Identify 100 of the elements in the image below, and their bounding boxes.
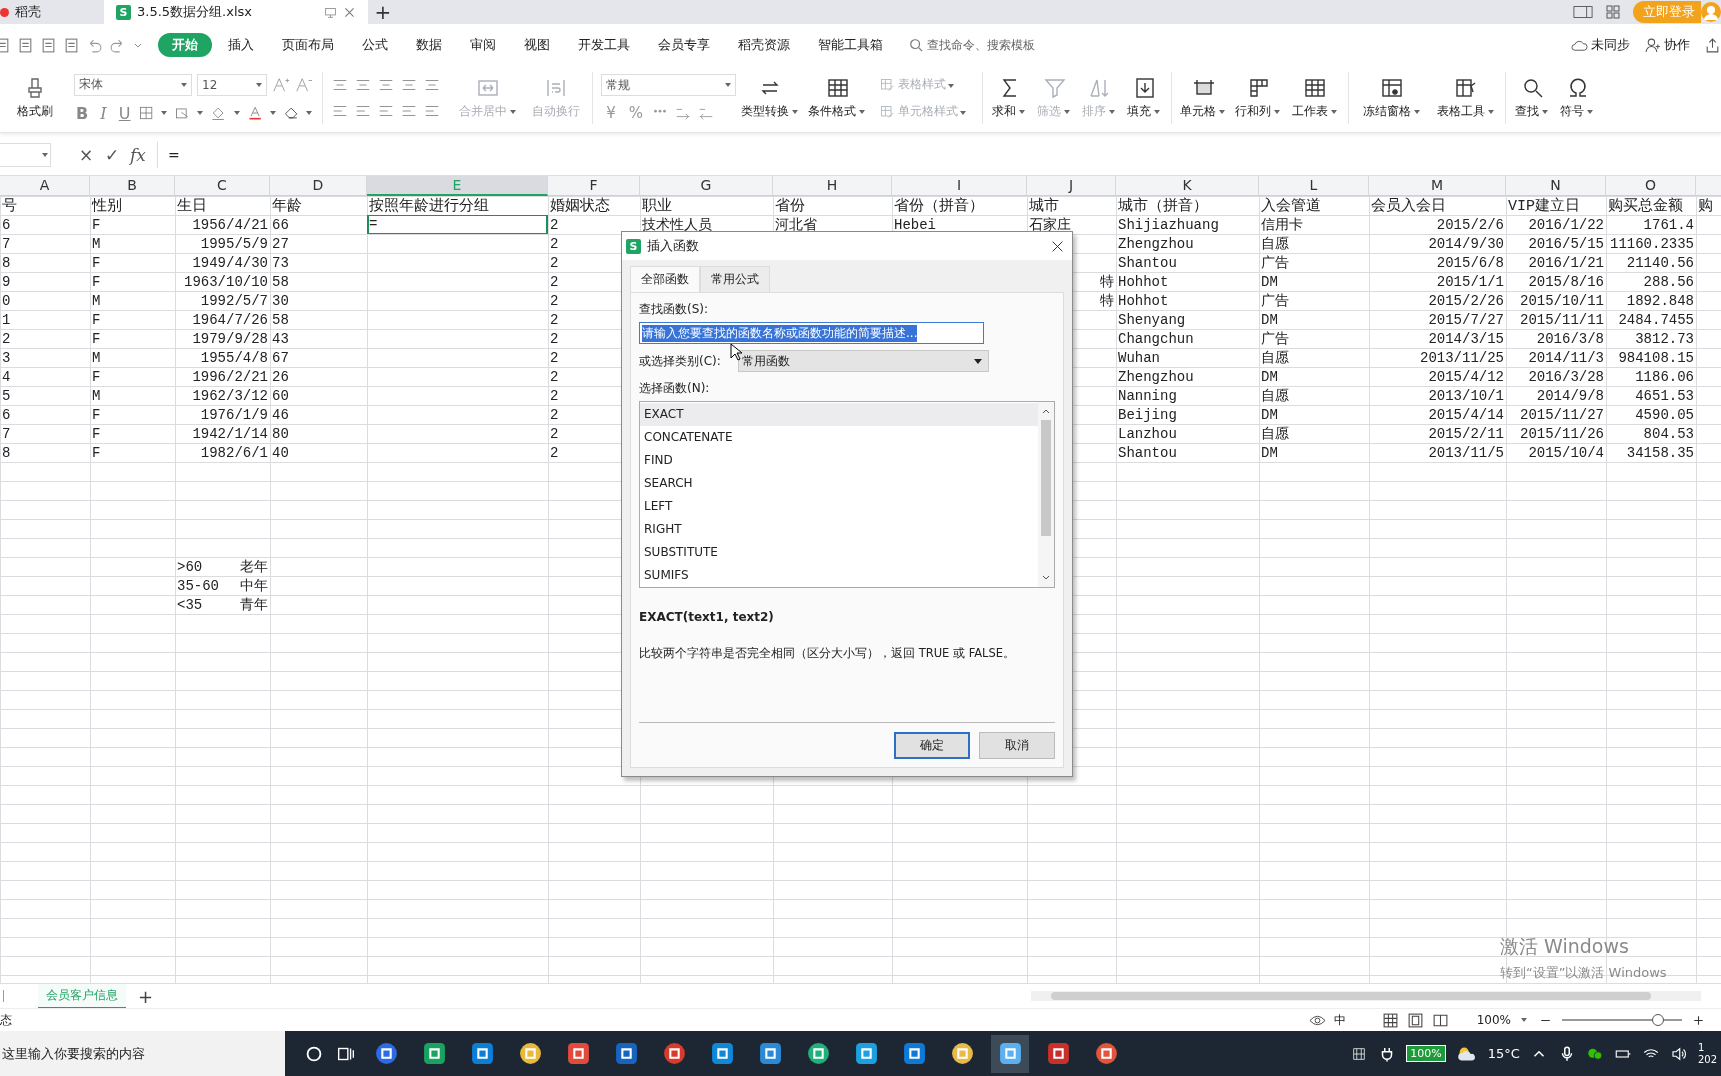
table-cell: 特 <box>1100 291 1114 310</box>
ribbon-button[interactable]: 求和 <box>987 66 1032 130</box>
column-header[interactable]: A <box>0 176 90 196</box>
app-icon[interactable] <box>991 1034 1029 1073</box>
function-list-item[interactable]: SUBSTITUTE <box>640 541 1038 564</box>
menu-tab[interactable]: 开发工具 <box>566 33 642 57</box>
column-header[interactable]: G <box>640 176 773 196</box>
column-header[interactable]: D <box>270 176 367 196</box>
menu-tab[interactable]: 公式 <box>350 33 400 57</box>
insert-function-button[interactable]: fx <box>125 145 151 165</box>
menu-tab[interactable]: 插入 <box>216 33 266 57</box>
table-cell: F <box>92 406 101 423</box>
table-cell: Shijiazhuang <box>1118 216 1219 233</box>
formula-input[interactable]: = <box>157 142 1721 168</box>
horizontal-scrollbar[interactable] <box>1031 991 1701 1001</box>
ribbon-button[interactable]: 冻结窗格 <box>1353 66 1431 130</box>
table-cell: 2014/11/3 <box>1528 349 1604 366</box>
normal-view-icon[interactable] <box>1381 1011 1399 1029</box>
cancel-button[interactable]: × <box>73 145 99 165</box>
ribbon-button[interactable]: 符号 <box>1555 66 1600 130</box>
battery-indicator[interactable]: 100% <box>1406 1045 1446 1062</box>
confirm-button[interactable]: ✓ <box>99 145 125 165</box>
dialog-tab[interactable]: 全部函数 <box>630 266 700 292</box>
table-cell: 2484.7455 <box>1618 311 1694 328</box>
menu-tab[interactable]: 审阅 <box>458 33 508 57</box>
ribbon-button[interactable]: 查找 <box>1510 66 1555 130</box>
menu-tab[interactable]: 数据 <box>404 33 454 57</box>
toolbar-icon[interactable] <box>17 36 34 54</box>
function-list-item[interactable]: FIND <box>640 449 1038 472</box>
document-tab[interactable]: 稻壳 <box>0 0 94 24</box>
border-icon[interactable] <box>137 104 154 122</box>
category-select[interactable]: 常用函数 <box>738 350 989 372</box>
font-select[interactable]: 宋体 <box>74 73 192 96</box>
column-header[interactable]: J <box>1027 176 1116 196</box>
slider-thumb[interactable] <box>1652 1014 1664 1026</box>
function-list-item[interactable]: CONCATENATE <box>640 426 1038 449</box>
column-header[interactable]: O <box>1606 176 1696 196</box>
ribbon-button[interactable]: 条件格式 <box>800 66 875 130</box>
column-header[interactable]: M <box>1369 176 1506 196</box>
table-cell: M <box>92 387 101 404</box>
clock[interactable]: 1 202 <box>1697 1041 1717 1066</box>
table-cell: 1955/4/8 <box>200 349 268 366</box>
menu-tab[interactable]: 会员专享 <box>646 33 722 57</box>
share-icon[interactable] <box>1704 36 1721 54</box>
menu-tab[interactable]: 页面布局 <box>270 33 346 57</box>
function-list-item[interactable]: RIGHT <box>640 518 1038 541</box>
ok-button[interactable]: 确定 <box>894 732 970 759</box>
text-style-button[interactable]: I <box>95 103 112 123</box>
column-header[interactable]: H <box>773 176 892 196</box>
table-cell: 35-60 <box>177 577 219 594</box>
text-style-button[interactable]: U <box>116 103 133 123</box>
column-header[interactable]: N <box>1506 176 1606 196</box>
ribbon-button[interactable]: 单元格 <box>1176 66 1231 130</box>
menu-tab[interactable]: 稻壳资源 <box>726 33 802 57</box>
add-sheet-button[interactable]: + <box>138 985 154 1007</box>
column-header[interactable]: I <box>892 176 1027 196</box>
column-header[interactable]: F <box>548 176 640 196</box>
collaborate-button[interactable]: 协作 <box>1664 36 1690 54</box>
dialog-tab[interactable]: 常用公式 <box>700 266 770 292</box>
sync-status[interactable]: 未同步 <box>1591 36 1630 54</box>
column-header[interactable]: C <box>175 176 270 196</box>
toolbar-icon[interactable] <box>40 36 57 54</box>
table-cell: 1996/2/21 <box>192 368 268 385</box>
ribbon-button[interactable]: 填充 <box>1122 66 1167 130</box>
layout-icon[interactable] <box>1573 4 1593 20</box>
ribbon-button[interactable]: 行和列 <box>1231 66 1286 130</box>
command-search[interactable]: 查找命令、搜索模板 <box>909 36 1035 54</box>
table-cell: 5 <box>2 387 11 404</box>
toolbar-icon[interactable] <box>63 36 80 54</box>
column-header[interactable]: L <box>1259 176 1369 196</box>
grid-icon[interactable] <box>1603 4 1623 20</box>
column-header[interactable]: K <box>1116 176 1259 196</box>
temperature[interactable]: 15°C <box>1487 1046 1520 1061</box>
page-view-icon[interactable] <box>1406 1011 1424 1029</box>
input-mode[interactable]: 中 <box>1333 1011 1346 1029</box>
function-search-field[interactable]: 请输入您要查找的函数名称或函数功能的简要描述... <box>639 322 984 344</box>
function-list-item[interactable]: LEFT <box>640 495 1038 518</box>
document-tab[interactable]: S 3.5.5数据分组.xlsx <box>104 0 368 24</box>
menu-tab[interactable]: 视图 <box>512 33 562 57</box>
cancel-button[interactable]: 取消 <box>979 732 1055 759</box>
table-cell: 技术性人员 <box>642 215 712 234</box>
menu-tab[interactable]: 智能工具箱 <box>806 33 895 57</box>
ribbon-button[interactable]: 工作表 <box>1286 66 1344 130</box>
text-style-button[interactable]: B <box>74 103 91 123</box>
new-tab-button[interactable]: + <box>368 0 398 24</box>
column-header[interactable]: B <box>90 176 175 196</box>
font-color-icon[interactable] <box>246 104 263 122</box>
ribbon-button[interactable]: 表格工具 <box>1431 66 1501 130</box>
taskbar-search[interactable]: 这里输入你要搜索的内容 <box>0 1031 285 1076</box>
function-list-item[interactable]: SEARCH <box>640 472 1038 495</box>
function-list-item[interactable]: SUMIFS <box>640 564 1038 587</box>
zoom-level[interactable]: 100% <box>1476 1013 1511 1027</box>
function-list-item[interactable]: EXACT <box>640 403 1038 426</box>
close-icon[interactable] <box>1051 239 1064 253</box>
format-painter-button[interactable]: 格式刷 <box>0 66 70 130</box>
ribbon-button[interactable]: 类型转换 <box>740 66 800 130</box>
font-size-select[interactable]: 12 <box>197 73 267 96</box>
scrollbar[interactable] <box>1038 402 1054 587</box>
number-format-select[interactable]: 常规 <box>601 74 736 96</box>
table-cell: 2015/7/27 <box>1428 311 1504 328</box>
